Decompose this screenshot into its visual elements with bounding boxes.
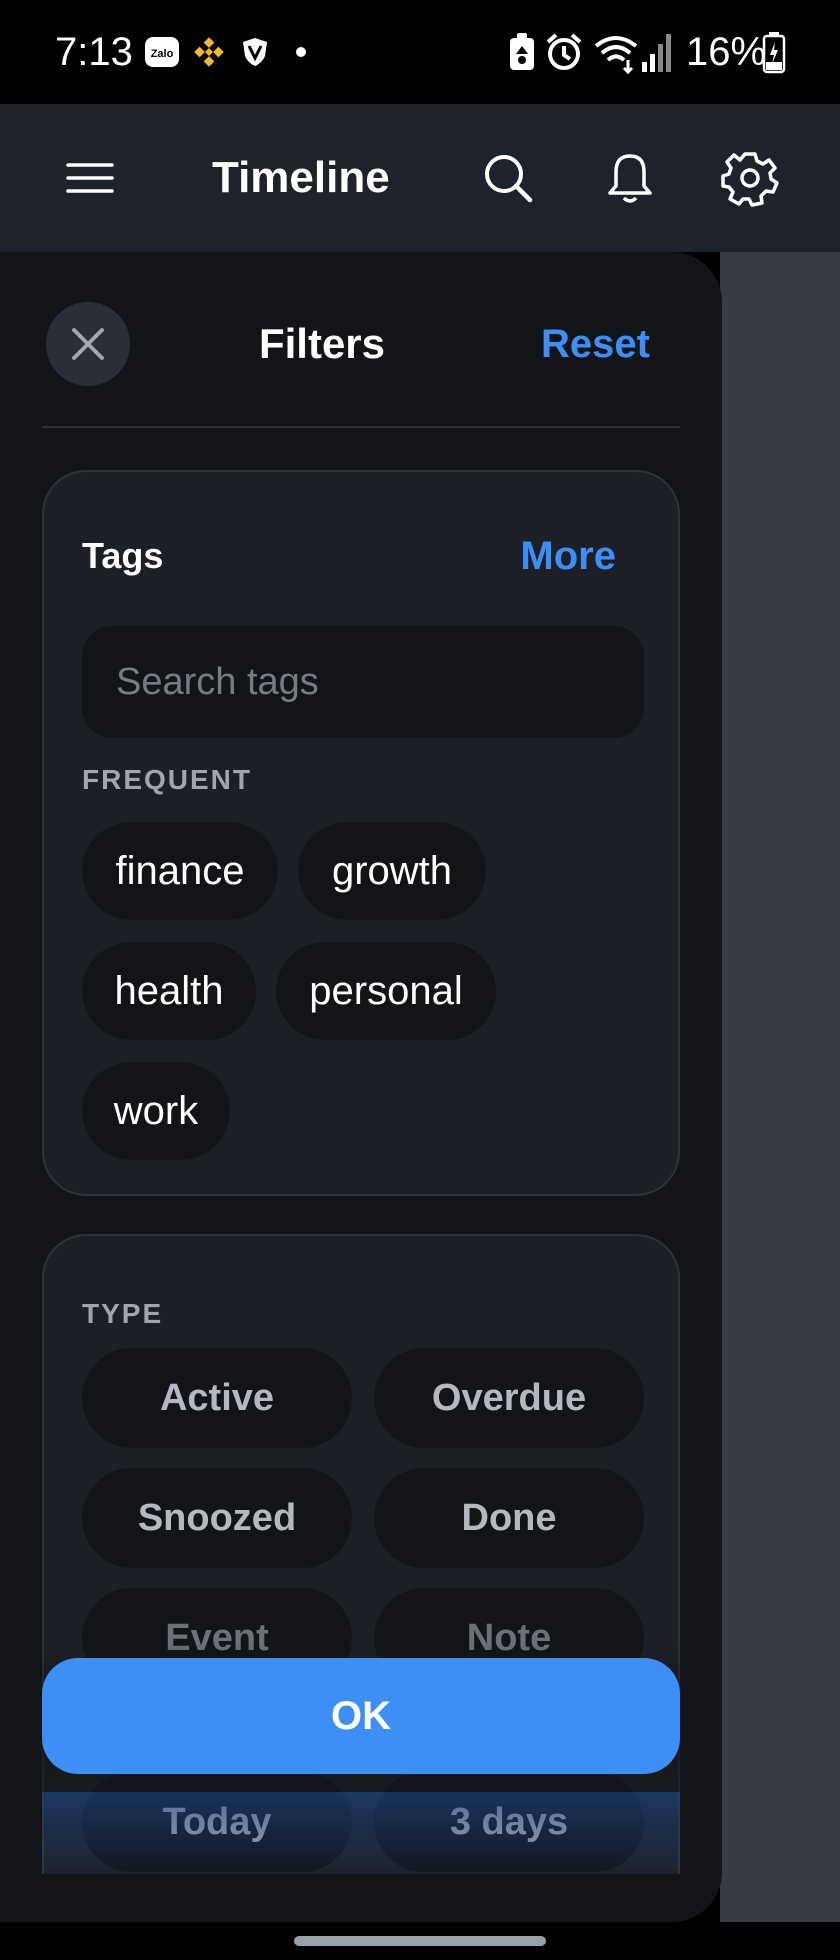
tags-heading: Tags	[82, 535, 164, 576]
type-chip-snoozed[interactable]: Snoozed	[82, 1468, 352, 1568]
wifi-icon	[594, 36, 638, 74]
type-chip-active[interactable]: Active	[82, 1348, 352, 1448]
shield-icon	[243, 38, 267, 66]
menu-icon[interactable]	[60, 148, 120, 208]
drawer-bottom	[0, 1874, 722, 1922]
ok-button[interactable]: OK	[42, 1658, 680, 1774]
page-title: Timeline	[212, 153, 390, 202]
binance-icon	[194, 37, 224, 67]
search-tags-placeholder: Search tags	[116, 661, 319, 703]
search-tags-input[interactable]: Search tags	[82, 626, 644, 738]
battery-percent: 16%	[686, 30, 767, 74]
type-chip-done[interactable]: Done	[374, 1468, 644, 1568]
app-bar: Timeline	[0, 104, 840, 252]
tag-chip-growth[interactable]: growth	[298, 822, 486, 920]
bell-icon[interactable]	[600, 148, 660, 208]
zalo-icon-label: Zalo	[151, 48, 174, 60]
frequent-label: FREQUENT	[82, 764, 252, 795]
dimmed-background[interactable]	[720, 252, 840, 1922]
tag-chip-work[interactable]: work	[82, 1062, 230, 1160]
zalo-icon: Zalo	[145, 37, 179, 67]
filters-drawer: Filters Reset Tags More Search tags FREQ…	[0, 252, 722, 1922]
battery-icon	[762, 32, 786, 74]
battery-saver-icon	[510, 33, 534, 70]
tag-chip-health[interactable]: health	[82, 942, 256, 1040]
gear-icon[interactable]	[720, 148, 780, 208]
navigation-bar	[0, 1922, 840, 1960]
more-tags-button[interactable]: More	[520, 532, 616, 580]
status-time: 7:13	[55, 30, 133, 74]
signal-icon	[642, 34, 671, 72]
home-handle[interactable]	[294, 1936, 546, 1946]
ok-glow	[42, 1792, 680, 1882]
reset-button[interactable]: Reset	[541, 318, 650, 370]
tags-card: Tags More Search tags FREQUENT finance g…	[42, 470, 680, 1196]
type-label: TYPE	[82, 1298, 164, 1329]
type-chip-overdue[interactable]: Overdue	[374, 1348, 644, 1448]
dot-icon	[296, 47, 306, 57]
search-icon[interactable]	[478, 148, 538, 208]
divider	[42, 426, 680, 428]
alarm-icon	[546, 33, 582, 70]
tag-chip-personal[interactable]: personal	[276, 942, 496, 1040]
status-bar: 7:13 Zalo 16%	[0, 0, 840, 104]
tag-chip-finance[interactable]: finance	[82, 822, 278, 920]
